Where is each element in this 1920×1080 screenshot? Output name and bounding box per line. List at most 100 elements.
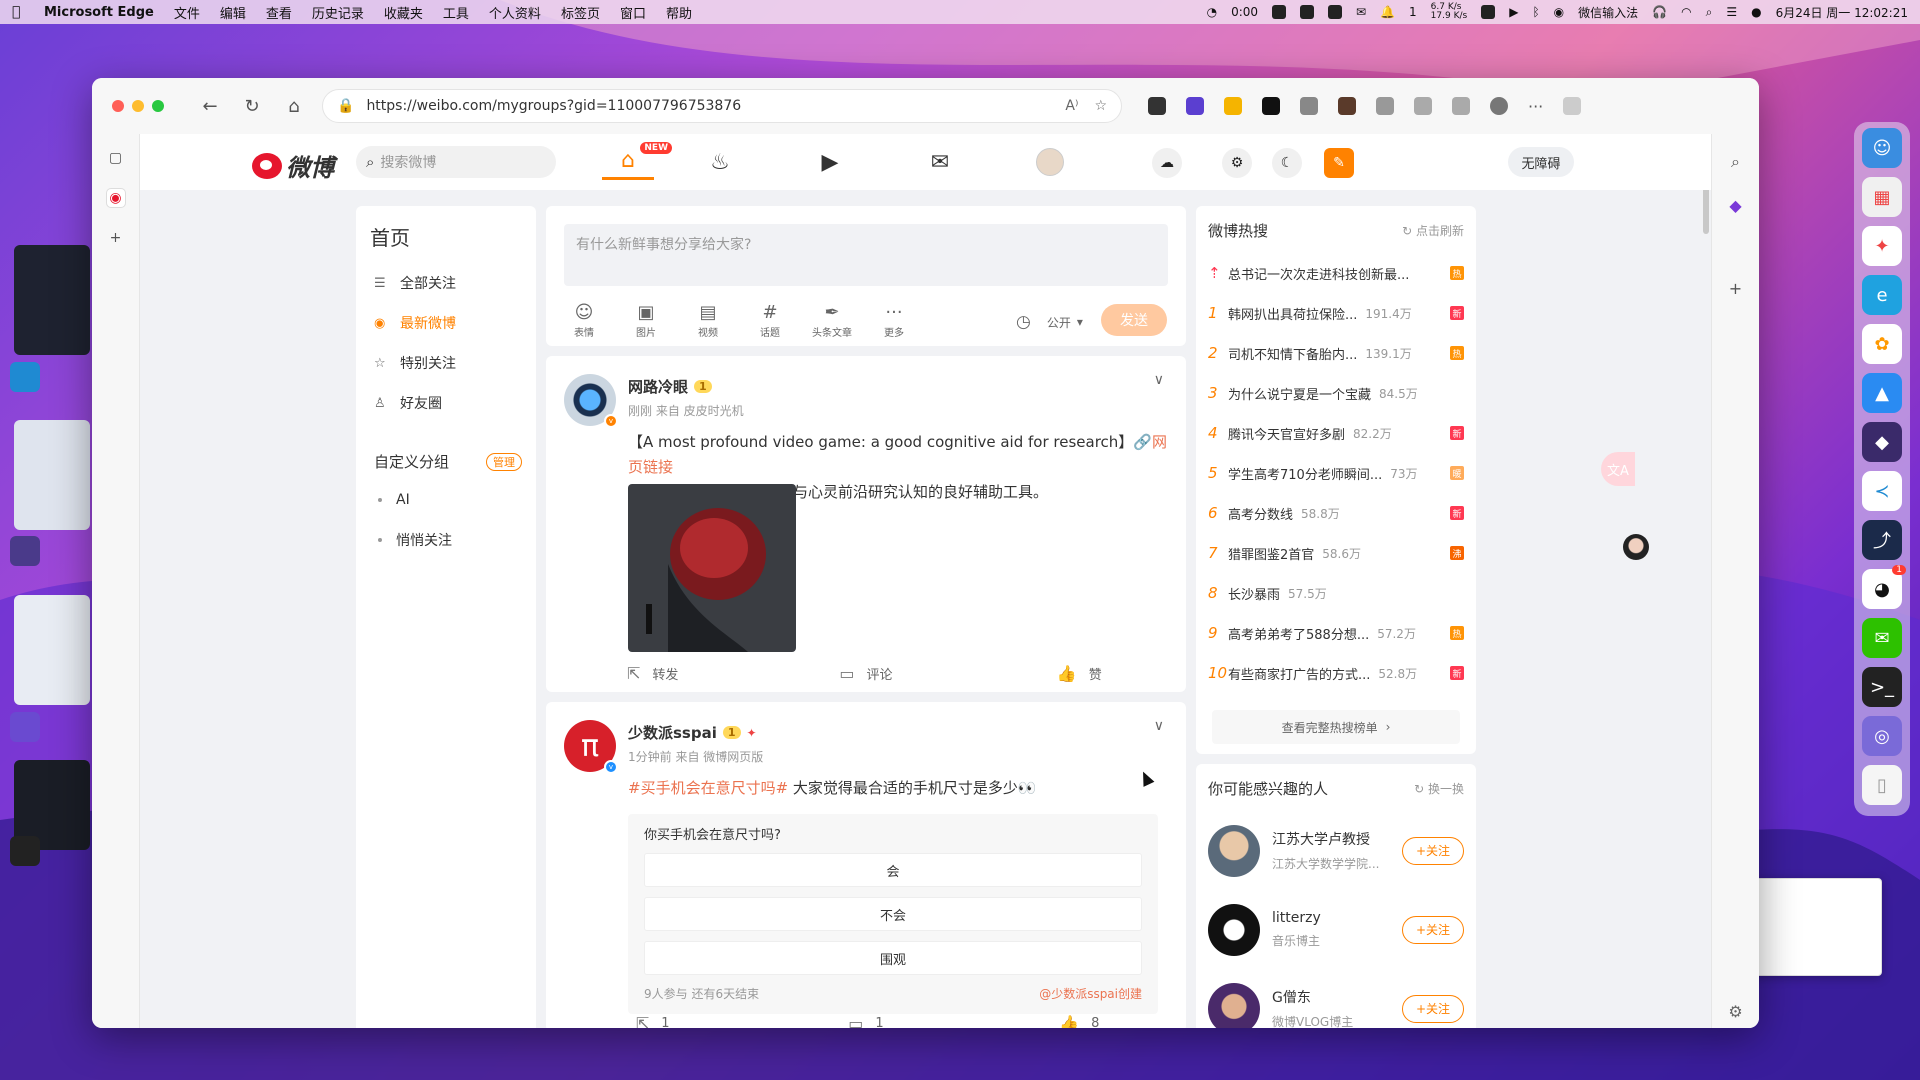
nav-messages[interactable]: ✉ <box>920 144 960 180</box>
add-icon[interactable]: + <box>1729 279 1742 298</box>
menu-favorites[interactable]: 收藏夹 <box>384 3 423 22</box>
app-icon[interactable]: ◎ <box>1862 716 1902 756</box>
schedule-icon[interactable]: ◷ <box>1016 312 1031 332</box>
favorite-star-icon[interactable]: ☆ <box>1094 98 1107 114</box>
nav-home[interactable]: ⌂ NEW <box>602 142 672 180</box>
post-author[interactable]: 少数派sspai 1 ✦ <box>628 722 757 743</box>
image-button[interactable]: ▣ 图片 <box>626 302 666 339</box>
app-icon[interactable]: ⤴ <box>1862 520 1902 560</box>
finder-icon[interactable]: ☺ <box>1862 128 1902 168</box>
repost-button[interactable]: ⇱ 1 <box>546 1014 759 1028</box>
poll-option[interactable]: 不会 <box>644 897 1142 931</box>
user-name[interactable]: 江苏大学卢教授 <box>1272 829 1379 849</box>
app-icon[interactable] <box>10 712 40 742</box>
input-method-label[interactable]: 微信输入法 <box>1578 4 1638 21</box>
post-menu-chevron-icon[interactable]: ∨ <box>1154 372 1164 388</box>
status-app-icon[interactable] <box>1481 5 1496 19</box>
settings-icon[interactable]: ⚙ <box>1222 148 1252 178</box>
menu-edit[interactable]: 编辑 <box>220 3 246 22</box>
split-screen-icon[interactable] <box>1414 97 1432 115</box>
manage-groups-button[interactable]: 管理 <box>486 452 522 471</box>
group-item[interactable]: AI <box>370 480 522 520</box>
settings-icon[interactable]: ⚙ <box>1728 1002 1742 1021</box>
hot-item[interactable]: 8 长沙暴雨 57.5万 <box>1208 573 1464 613</box>
user-name[interactable]: litterzy <box>1272 910 1321 926</box>
play-icon[interactable]: ▶ <box>1509 5 1518 19</box>
poll-option[interactable]: 围观 <box>644 941 1142 975</box>
lock-icon[interactable]: 🔒 <box>337 98 354 114</box>
tab-actions-icon[interactable]: ▢ <box>106 148 126 168</box>
tab-weibo[interactable]: ◉ <box>105 188 126 208</box>
wifi-icon[interactable]: ◠ <box>1681 5 1691 19</box>
menu-help[interactable]: 帮助 <box>666 3 692 22</box>
status-app-icon[interactable] <box>1300 5 1315 19</box>
group-item[interactable]: 悄悄关注 <box>370 520 522 560</box>
post-author[interactable]: 网路冷眼 1 <box>628 376 712 397</box>
menu-profile[interactable]: 个人资料 <box>489 3 541 22</box>
search-icon[interactable]: ⌕ <box>1731 152 1740 172</box>
swap-button[interactable]: ↻ 换一换 <box>1414 780 1464 797</box>
nav-special-follow[interactable]: ☆ 特别关注 <box>370 343 522 383</box>
compose-input[interactable]: 有什么新鲜事想分享给大家? <box>564 224 1168 286</box>
apple-icon[interactable]:  <box>12 4 30 20</box>
hot-item[interactable]: 10 有些商家打广告的方式... 52.8万 新 <box>1208 653 1464 693</box>
new-tab-icon[interactable]: + <box>106 228 126 248</box>
post-menu-chevron-icon[interactable]: ∨ <box>1154 718 1164 734</box>
edge-icon[interactable]: e <box>1862 275 1902 315</box>
extension-icon[interactable] <box>1338 97 1356 115</box>
assistant-avatar-icon[interactable] <box>1623 534 1649 560</box>
hot-item[interactable]: 5 学生高考710分老师瞬间... 73万 暖 <box>1208 453 1464 493</box>
cloud-icon[interactable]: ☁ <box>1152 148 1182 178</box>
poll-creator-link[interactable]: @少数派sspai创建 <box>1039 985 1142 1002</box>
user-avatar[interactable] <box>1208 982 1260 1028</box>
search-input[interactable]: ⌕ 搜索微博 <box>356 146 556 178</box>
app-icon[interactable]: ◆ <box>1862 422 1902 462</box>
follow-button[interactable]: +关注 <box>1402 836 1464 865</box>
read-aloud-icon[interactable]: A⁾ <box>1065 98 1078 114</box>
copilot-icon[interactable]: ◆ <box>1729 196 1741 215</box>
minimize-window-button[interactable] <box>132 100 144 112</box>
weibo-logo[interactable]: 微博 <box>252 148 334 183</box>
window-thumbnail[interactable] <box>14 245 90 355</box>
window-thumbnail[interactable] <box>14 420 90 530</box>
terminal-icon[interactable]: >_ <box>1862 667 1902 707</box>
menu-file[interactable]: 文件 <box>174 3 200 22</box>
nav-video[interactable]: ▶ <box>810 144 850 180</box>
topic-link[interactable]: #买手机会在意尺寸吗# <box>628 779 788 797</box>
back-icon[interactable]: ← <box>200 96 220 117</box>
window-thumbnail[interactable] <box>14 595 90 705</box>
refresh-icon[interactable]: ↻ <box>242 96 262 117</box>
hot-item[interactable]: 7 猎罪图鉴2首官 58.6万 沸 <box>1208 533 1464 573</box>
vscode-icon[interactable]: ≺ <box>1862 471 1902 511</box>
user-name[interactable]: G僧东 <box>1272 987 1353 1007</box>
post-image[interactable] <box>628 484 796 652</box>
app-icon[interactable]: ✦ <box>1862 226 1902 266</box>
close-window-button[interactable] <box>112 100 124 112</box>
sidebar-toggle-icon[interactable] <box>1563 97 1582 115</box>
accessibility-button[interactable]: 无障碍 <box>1508 147 1574 177</box>
like-button[interactable]: 👍 赞 <box>973 664 1186 683</box>
hot-item[interactable]: 2 司机不知情下备胎内... 139.1万 热 <box>1208 333 1464 373</box>
bluetooth-icon[interactable]: ᛒ <box>1532 5 1539 19</box>
stopwatch-icon[interactable]: ◔ <box>1207 5 1217 19</box>
siri-icon[interactable]: ● <box>1751 5 1761 19</box>
extension-icon[interactable] <box>1224 97 1242 115</box>
nav-friends-circle[interactable]: ♙ 好友圈 <box>370 383 522 423</box>
menu-view[interactable]: 查看 <box>266 3 292 22</box>
control-center-icon[interactable]: ☰ <box>1726 5 1737 19</box>
puzzle-icon[interactable] <box>1376 97 1394 115</box>
repost-button[interactable]: ⇱ 转发 <box>546 664 759 683</box>
address-bar[interactable]: 🔒 https://weibo.com/mygroups?gid=1100077… <box>322 89 1122 123</box>
user-avatar[interactable] <box>1208 824 1260 877</box>
like-button[interactable]: 👍 8 <box>973 1014 1186 1028</box>
app-icon[interactable]: ▲ <box>1862 373 1902 413</box>
maximize-window-button[interactable] <box>152 100 164 112</box>
comment-button[interactable]: ▭ 1 <box>759 1014 972 1028</box>
timer-readout[interactable]: 0:00 <box>1231 5 1258 19</box>
nav-hot[interactable]: ♨ <box>700 144 740 180</box>
hot-item-pinned[interactable]: ⇡ 总书记一次次走进科技创新最... 热 <box>1208 253 1464 293</box>
notification-bell-icon[interactable]: 🔔 <box>1380 5 1395 19</box>
launchpad-icon[interactable]: ▦ <box>1862 177 1902 217</box>
vscode-icon[interactable] <box>10 362 40 392</box>
qq-icon[interactable]: ◕ 1 <box>1862 565 1906 609</box>
